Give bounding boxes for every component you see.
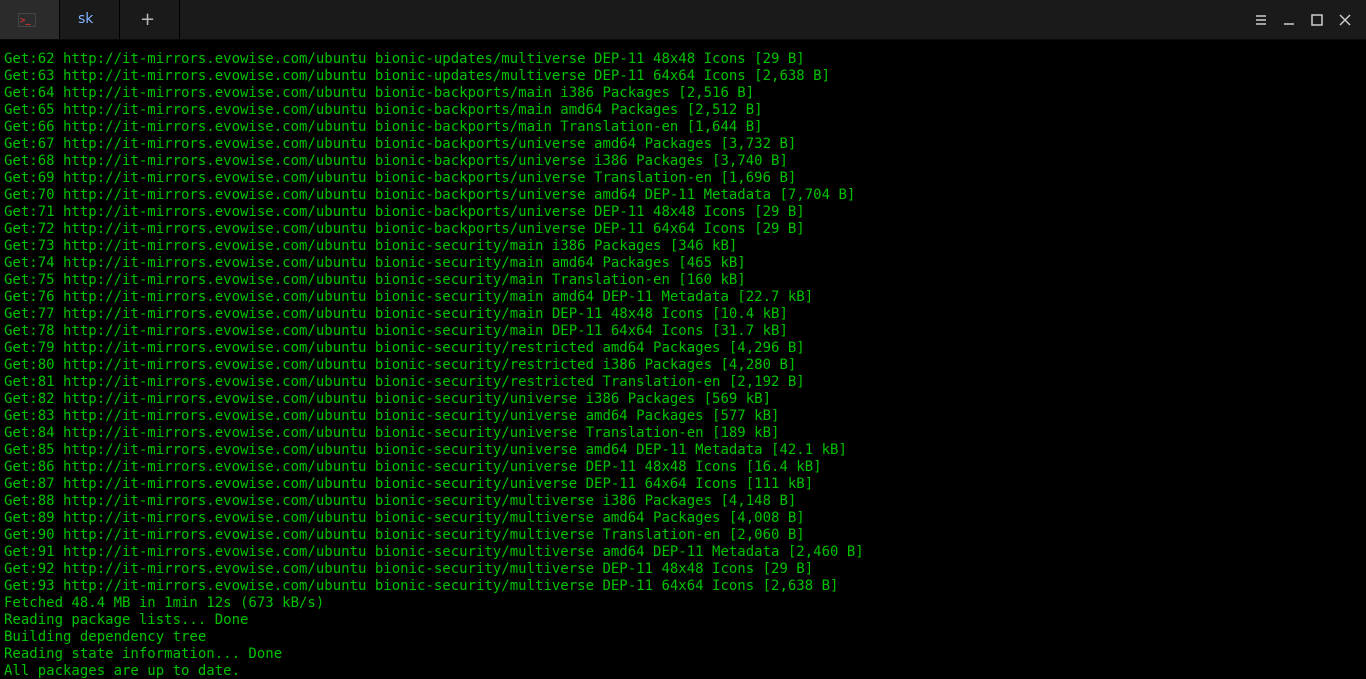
terminal-line: Get:70 http://it-mirrors.evowise.com/ubu… <box>4 187 1362 204</box>
terminal-line: Get:66 http://it-mirrors.evowise.com/ubu… <box>4 119 1362 136</box>
terminal-line: Get:82 http://it-mirrors.evowise.com/ubu… <box>4 391 1362 408</box>
window-controls <box>1240 0 1366 39</box>
terminal-line: Get:72 http://it-mirrors.evowise.com/ubu… <box>4 221 1362 238</box>
minimize-icon[interactable] <box>1282 13 1296 27</box>
terminal-line: Get:63 http://it-mirrors.evowise.com/ubu… <box>4 68 1362 85</box>
terminal-line: Get:92 http://it-mirrors.evowise.com/ubu… <box>4 561 1362 578</box>
terminal-line: Get:83 http://it-mirrors.evowise.com/ubu… <box>4 408 1362 425</box>
terminal-summary-line: Building dependency tree <box>4 629 1362 646</box>
terminal-line: Get:91 http://it-mirrors.evowise.com/ubu… <box>4 544 1362 561</box>
plus-icon: + <box>140 11 155 28</box>
terminal-line-cutoff <box>4 40 1362 51</box>
terminal-summary-line: Fetched 48.4 MB in 1min 12s (673 kB/s) <box>4 595 1362 612</box>
terminal-line: Get:90 http://it-mirrors.evowise.com/ubu… <box>4 527 1362 544</box>
terminal-line: Get:65 http://it-mirrors.evowise.com/ubu… <box>4 102 1362 119</box>
terminal-line: Get:84 http://it-mirrors.evowise.com/ubu… <box>4 425 1362 442</box>
terminal-output[interactable]: Get:62 http://it-mirrors.evowise.com/ubu… <box>0 40 1366 679</box>
terminal-line: Get:74 http://it-mirrors.evowise.com/ubu… <box>4 255 1362 272</box>
terminal-line: Get:89 http://it-mirrors.evowise.com/ubu… <box>4 510 1362 527</box>
terminal-line: Get:93 http://it-mirrors.evowise.com/ubu… <box>4 578 1362 595</box>
terminal-line: Get:86 http://it-mirrors.evowise.com/ubu… <box>4 459 1362 476</box>
terminal-line: Get:79 http://it-mirrors.evowise.com/ubu… <box>4 340 1362 357</box>
terminal-line: Get:69 http://it-mirrors.evowise.com/ubu… <box>4 170 1362 187</box>
terminal-summary-line: Reading package lists... Done <box>4 612 1362 629</box>
terminal-line: Get:67 http://it-mirrors.evowise.com/ubu… <box>4 136 1362 153</box>
terminal-line: Get:64 http://it-mirrors.evowise.com/ubu… <box>4 85 1362 102</box>
tab-new[interactable]: + <box>120 0 180 39</box>
terminal-summary-line: All packages are up to date. <box>4 663 1362 679</box>
terminal-line: Get:68 http://it-mirrors.evowise.com/ubu… <box>4 153 1362 170</box>
close-icon[interactable] <box>1338 13 1352 27</box>
titlebar: sk + <box>0 0 1366 40</box>
terminal-line: Get:71 http://it-mirrors.evowise.com/ubu… <box>4 204 1362 221</box>
tab-terminal-1[interactable] <box>0 0 60 39</box>
terminal-line: Get:76 http://it-mirrors.evowise.com/ubu… <box>4 289 1362 306</box>
terminal-line: Get:87 http://it-mirrors.evowise.com/ubu… <box>4 476 1362 493</box>
tab-sk[interactable]: sk <box>60 0 120 39</box>
tab-label: sk <box>78 11 93 28</box>
terminal-summary-line: Reading state information... Done <box>4 646 1362 663</box>
terminal-line: Get:80 http://it-mirrors.evowise.com/ubu… <box>4 357 1362 374</box>
terminal-line: Get:88 http://it-mirrors.evowise.com/ubu… <box>4 493 1362 510</box>
maximize-icon[interactable] <box>1310 13 1324 27</box>
terminal-line: Get:81 http://it-mirrors.evowise.com/ubu… <box>4 374 1362 391</box>
terminal-line: Get:78 http://it-mirrors.evowise.com/ubu… <box>4 323 1362 340</box>
terminal-icon <box>18 13 36 27</box>
terminal-line: Get:75 http://it-mirrors.evowise.com/ubu… <box>4 272 1362 289</box>
terminal-line: Get:77 http://it-mirrors.evowise.com/ubu… <box>4 306 1362 323</box>
terminal-line: Get:73 http://it-mirrors.evowise.com/ubu… <box>4 238 1362 255</box>
menu-icon[interactable] <box>1254 13 1268 27</box>
terminal-line: Get:62 http://it-mirrors.evowise.com/ubu… <box>4 51 1362 68</box>
terminal-line: Get:85 http://it-mirrors.evowise.com/ubu… <box>4 442 1362 459</box>
